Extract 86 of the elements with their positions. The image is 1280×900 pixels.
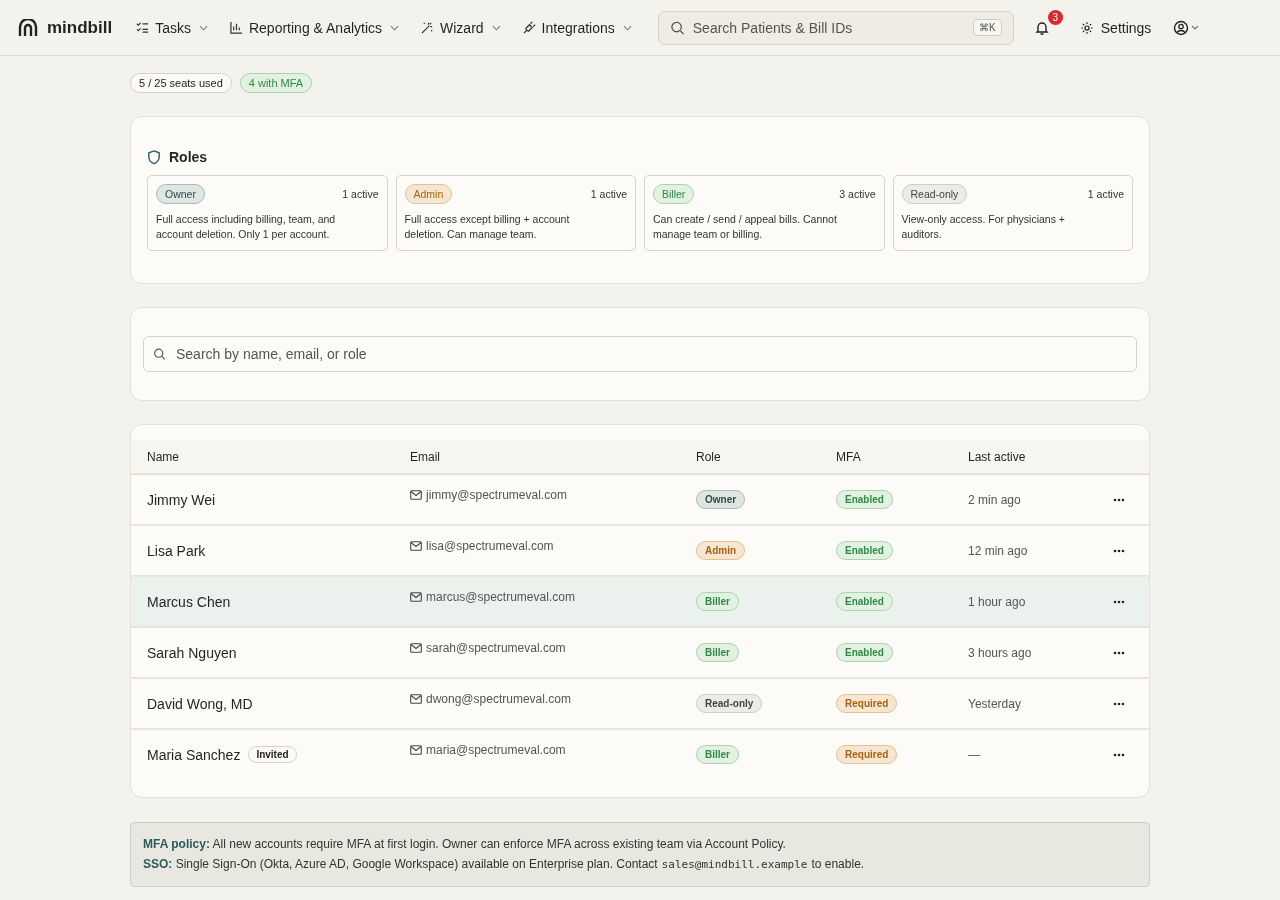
- mfa-status-badge: Required: [836, 745, 898, 764]
- summary-badge: 5 / 25 seats used: [130, 73, 232, 93]
- role-badge: Admin: [404, 184, 453, 204]
- brand-name: mindbill: [47, 17, 113, 38]
- member-search-field[interactable]: Search by name, email, or role: [143, 336, 1137, 372]
- role-badge: Read-only: [696, 694, 763, 713]
- roles-title: Roles: [169, 149, 208, 165]
- role-description: Full access including billing, team, and account deletion. Only 1 per account.: [156, 212, 337, 242]
- mfa-status-badge: Enabled: [836, 490, 893, 509]
- member-name: Maria Sanchez: [147, 746, 241, 763]
- magic-wand-icon: [421, 21, 435, 34]
- last-active: —: [968, 747, 980, 762]
- policy-note: SSO: Single Sign-On (Okta, Azure AD, Google Workspace) available on Enterprise plan. Contact sales@mindbill.example to enable.: [143, 856, 866, 873]
- column-header: Last active: [967, 449, 1027, 464]
- last-active: 2 min ago: [968, 492, 1021, 507]
- nav-menu[interactable]: Wizard: [413, 19, 509, 36]
- table-row[interactable]: Marcus Chen marcus@spectrumeval.com Biller Enabled 1 hour ago: [131, 577, 1149, 628]
- role-count: 1 active: [1087, 188, 1124, 200]
- role-badge: Owner: [156, 184, 205, 204]
- member-email: sarah@spectrumeval.com: [426, 641, 566, 655]
- chevron-down-icon: [198, 24, 208, 31]
- role-badge: Owner: [696, 490, 746, 509]
- table-row[interactable]: Jimmy Wei jimmy@spectrumeval.com Owner Enabled 2 min ago: [131, 475, 1149, 526]
- mail-icon: [410, 643, 422, 653]
- bar-chart-icon: [229, 21, 243, 34]
- mail-icon: [410, 541, 422, 551]
- mfa-status-badge: Enabled: [836, 643, 893, 662]
- role-description: View-only access. For physicians + auditors.: [901, 212, 1066, 242]
- member-email: marcus@spectrumeval.com: [426, 590, 575, 604]
- column-header: Email: [409, 449, 441, 464]
- last-active: Yesterday: [968, 696, 1021, 711]
- gear-icon: [1079, 20, 1094, 35]
- mail-icon: [410, 490, 422, 500]
- search-icon: [669, 20, 685, 35]
- role-badge: Biller: [696, 592, 739, 611]
- mail-icon: [410, 694, 422, 704]
- member-email: maria@spectrumeval.com: [426, 743, 566, 757]
- invited-badge: Invited: [248, 746, 297, 763]
- role-badge: Admin: [696, 541, 746, 560]
- table-row[interactable]: David Wong, MD dwong@spectrumeval.com Read-only Required Yesterday: [131, 679, 1149, 730]
- role-badge: Biller: [696, 745, 739, 764]
- column-header: Role: [695, 449, 722, 464]
- last-active: 12 min ago: [968, 543, 1028, 558]
- plug-icon: [522, 21, 536, 34]
- role-description: Full access except billing + account deletion. Can manage team.: [404, 212, 571, 242]
- role-badge: Biller: [696, 643, 739, 662]
- chevron-down-icon: [390, 24, 400, 31]
- mfa-status-badge: Required: [836, 694, 898, 713]
- last-active: 1 hour ago: [968, 594, 1026, 609]
- role-badge: Biller: [653, 184, 695, 204]
- policy-note: MFA policy: All new accounts require MFA at first login. Owner can enforce MFA across existing team via Account Policy.: [143, 836, 787, 853]
- member-name: David Wong, MD: [147, 695, 253, 712]
- checklist-icon: [136, 21, 150, 34]
- chevron-down-icon: [491, 24, 501, 31]
- role-badge: Read-only: [901, 184, 968, 204]
- nav-menu[interactable]: Tasks: [128, 19, 216, 36]
- member-name: Marcus Chen: [147, 593, 231, 610]
- chevron-down-icon: [622, 24, 632, 31]
- mfa-status-badge: Enabled: [836, 541, 893, 560]
- member-name: Lisa Park: [147, 542, 206, 559]
- account-menu-button[interactable]: [1173, 19, 1200, 36]
- mail-icon: [410, 592, 422, 602]
- table-row[interactable]: Maria Sanchez Invited maria@spectrumeval.com Biller Required —: [131, 730, 1149, 779]
- role-count: 3 active: [839, 188, 876, 200]
- shield-icon: [147, 149, 161, 165]
- mfa-status-badge: Enabled: [836, 592, 893, 611]
- role-description: Can create / send / appeal bills. Cannot manage team or billing.: [653, 212, 838, 242]
- nav-menu[interactable]: Integrations: [514, 19, 640, 36]
- column-header: MFA: [835, 449, 862, 464]
- role-count: 1 active: [590, 188, 627, 200]
- logo-icon: [18, 18, 38, 37]
- last-active: 3 hours ago: [968, 645, 1032, 660]
- search-icon: [153, 347, 166, 361]
- member-email: dwong@spectrumeval.com: [426, 692, 571, 706]
- member-name: Jimmy Wei: [147, 491, 216, 508]
- member-email: lisa@spectrumeval.com: [426, 539, 554, 553]
- table-row[interactable]: Sarah Nguyen sarah@spectrumeval.com Biller Enabled 3 hours ago: [131, 628, 1149, 679]
- settings-button[interactable]: Settings: [1073, 18, 1158, 37]
- member-name: Sarah Nguyen: [147, 644, 237, 661]
- notification-count: 3: [1047, 9, 1063, 25]
- role-count: 1 active: [342, 188, 379, 200]
- mail-icon: [410, 745, 422, 755]
- nav-menu[interactable]: Reporting & Analytics: [221, 19, 408, 36]
- column-header: Name: [146, 449, 180, 464]
- summary-badge: 4 with MFA: [239, 73, 313, 93]
- member-email: jimmy@spectrumeval.com: [426, 488, 567, 502]
